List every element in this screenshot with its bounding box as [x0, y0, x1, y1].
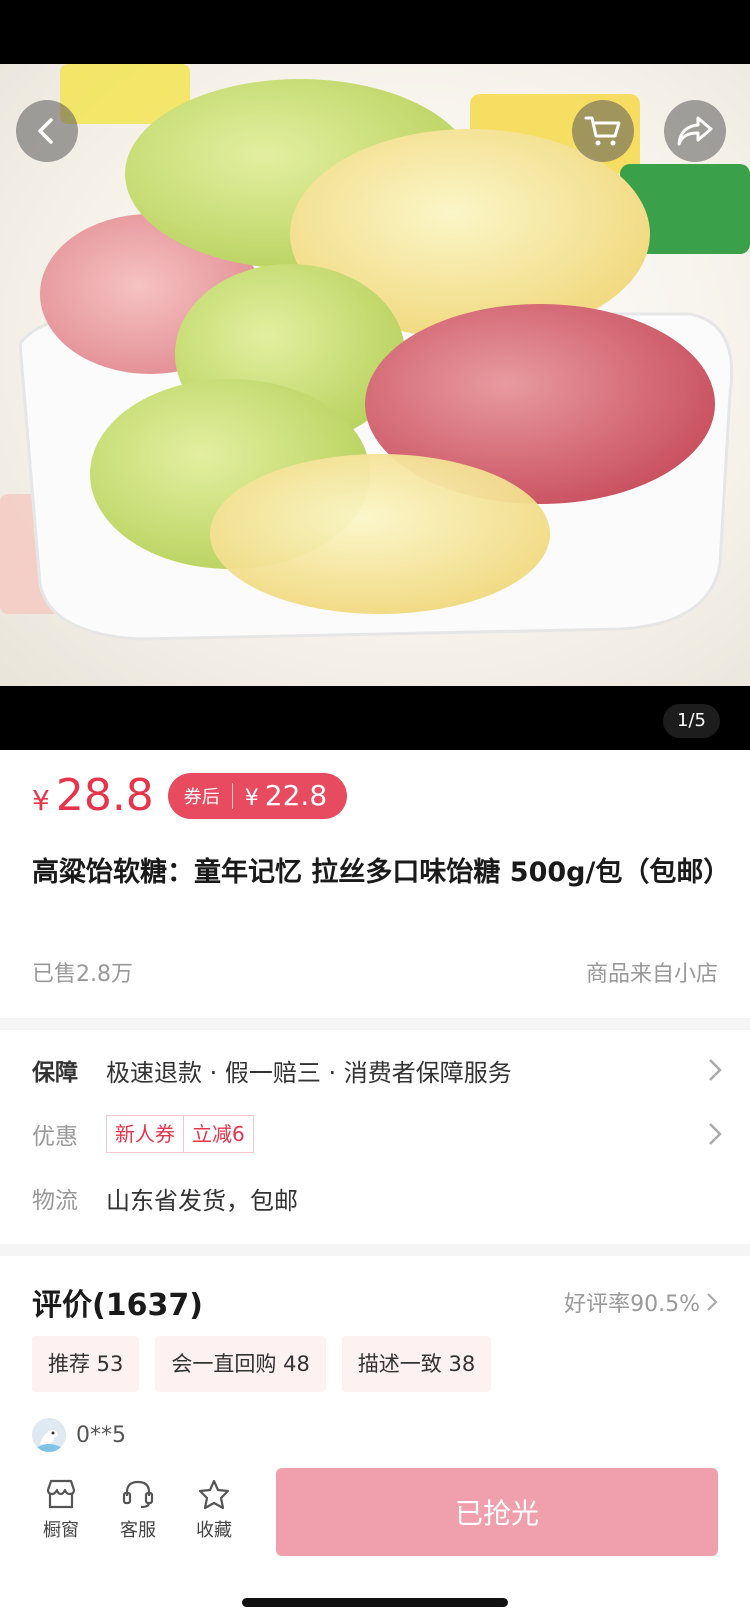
candy-yellow [210, 454, 550, 614]
guarantee-row[interactable]: 保障 极速退款 · 假一赔三 · 消费者保障服务 [32, 1050, 722, 1090]
sold-count: 已售2.8万 [32, 962, 133, 987]
shipping-row: 物流 山东省发货，包邮 [32, 1178, 722, 1218]
store-source[interactable]: 商品来自小店 [586, 956, 718, 988]
promo-tag-new-user: 新人券 [106, 1115, 184, 1153]
current-price: 28.8 [55, 770, 154, 821]
store-icon [46, 1479, 76, 1509]
favorite-button[interactable]: 收藏 [184, 1478, 244, 1542]
candy-photo [0, 64, 750, 641]
coupon-price: ¥22.8 [233, 779, 327, 812]
chevron-right-icon [709, 1059, 722, 1081]
cart-icon [584, 116, 621, 146]
positive-rating-link[interactable]: 好评率90.5% [564, 1286, 718, 1318]
reviewer: 0**5 [32, 1418, 126, 1452]
chevron-right-icon [707, 1293, 718, 1311]
favorite-label: 收藏 [196, 1520, 232, 1541]
gallery-footer [0, 686, 750, 750]
star-icon [198, 1479, 230, 1510]
product-image-gallery[interactable] [0, 64, 750, 686]
section-divider [0, 1244, 750, 1256]
shipping-key: 物流 [32, 1188, 78, 1214]
home-indicator [242, 1598, 508, 1607]
guarantee-key: 保障 [32, 1060, 78, 1086]
positive-rating: 好评率90.5% [564, 1292, 700, 1317]
share-button[interactable] [664, 100, 726, 162]
section-divider [0, 1018, 750, 1030]
promo-tag-discount: 立减6 [184, 1115, 254, 1153]
review-tag-as-described[interactable]: 描述一致 38 [341, 1336, 492, 1392]
share-icon [677, 116, 713, 146]
back-button[interactable] [16, 100, 78, 162]
chevron-right-icon [709, 1123, 722, 1145]
coupon-value: 22.8 [264, 779, 328, 812]
back-icon [38, 118, 53, 144]
status-bar [0, 0, 750, 64]
customer-service-button[interactable]: 客服 [108, 1478, 168, 1542]
avatar [32, 1418, 66, 1452]
page-indicator: 1/5 [663, 704, 720, 738]
headset-icon [122, 1480, 154, 1509]
review-tag-repurchase[interactable]: 会一直回购 48 [155, 1336, 326, 1392]
guarantee-value: 极速退款 · 假一赔三 · 消费者保障服务 [106, 1058, 512, 1087]
sold-out-button[interactable]: 已抢光 [276, 1468, 718, 1556]
reviewer-name: 0**5 [76, 1422, 126, 1448]
showcase-label: 橱窗 [43, 1520, 79, 1541]
price-row: ¥ 28.8 券后 ¥22.8 [32, 770, 348, 821]
reviews-title: 评价(1637) [32, 1288, 203, 1323]
cart-button[interactable] [572, 100, 634, 162]
product-title: 高粱饴软糖：童年记忆 拉丝多口味饴糖 500g/包（包邮） [32, 857, 731, 888]
coupon-label: 券后 [184, 782, 233, 809]
review-tag-recommend[interactable]: 推荐 53 [32, 1336, 140, 1392]
customer-service-label: 客服 [120, 1520, 156, 1541]
coupon-price-badge: 券后 ¥22.8 [167, 772, 348, 819]
currency-symbol: ¥ [32, 784, 50, 817]
promo-key: 优惠 [32, 1124, 78, 1150]
promo-row[interactable]: 优惠 新人券 立减6 [32, 1114, 722, 1154]
shipping-value: 山东省发货，包邮 [106, 1186, 298, 1215]
review-tags: 推荐 53 会一直回购 48 描述一致 38 [32, 1336, 507, 1392]
coupon-currency: ¥ [244, 786, 259, 811]
showcase-button[interactable]: 橱窗 [31, 1478, 91, 1542]
